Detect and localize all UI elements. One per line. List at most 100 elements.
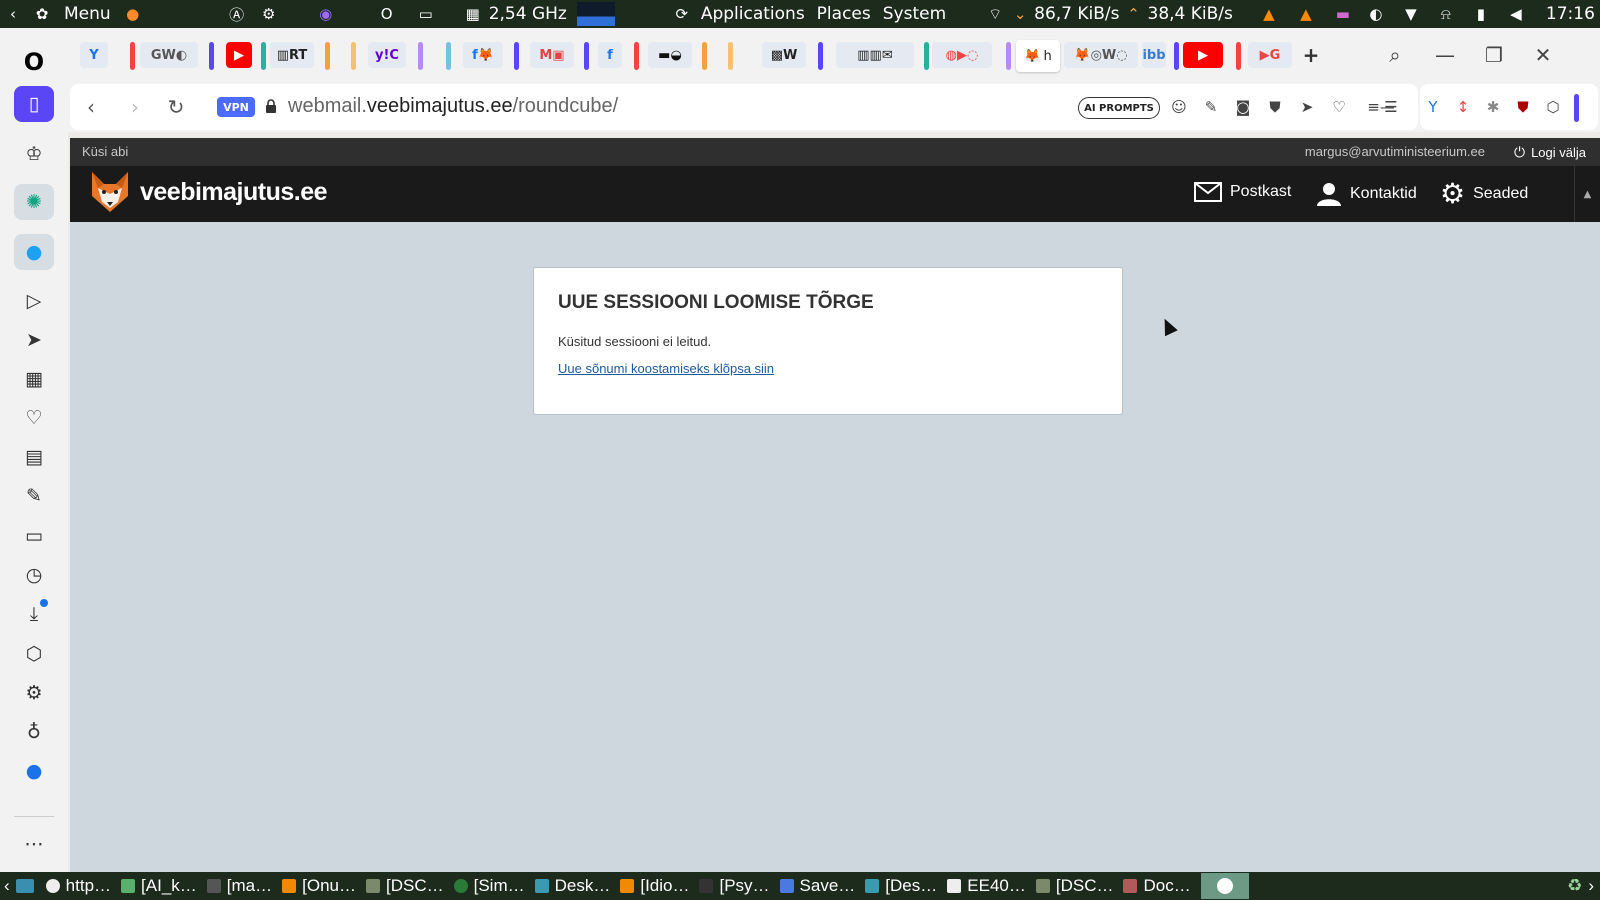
applications-menu[interactable]: Applications	[701, 4, 805, 24]
accessibility-icon[interactable]: Ⓐ	[226, 3, 248, 25]
wiktionary-tab-icon[interactable]: ▩W	[762, 42, 806, 68]
taskbar-item[interactable]: [DSC…	[1035, 876, 1113, 896]
crown-icon[interactable]: ♔	[14, 136, 54, 172]
send-icon[interactable]: ➤	[1296, 96, 1318, 118]
new-tab-plus-icon[interactable]: +	[1298, 42, 1324, 68]
maximize-icon[interactable]: ❐	[1479, 40, 1509, 70]
logout-button[interactable]: ⏻ Logi välja	[1514, 144, 1586, 161]
youtube-tab-icon[interactable]: ▶	[1183, 42, 1223, 68]
tab-favicon-icon[interactable]: ibb	[1142, 42, 1166, 68]
emoji-icon[interactable]: ☺	[1168, 96, 1190, 118]
chat-bubble-icon[interactable]: ●	[14, 753, 54, 789]
volume-icon[interactable]: ◀	[1505, 3, 1527, 25]
tab-favicon-icon[interactable]: Y	[80, 42, 108, 68]
shield-icon[interactable]: ⛊	[1264, 96, 1286, 118]
youtube-tab-icon[interactable]: ▶	[226, 42, 252, 68]
taskbar-item[interactable]: EE40…	[947, 876, 1026, 896]
taskbar-item[interactable]: [Psy…	[699, 876, 770, 896]
more-options-icon[interactable]: ⋯	[14, 826, 54, 862]
taskbar-item[interactable]: Save…	[779, 876, 855, 896]
show-desktop-icon[interactable]	[15, 879, 34, 893]
opera-icon[interactable]: O	[376, 3, 398, 25]
taskbar-item[interactable]: http…	[45, 876, 111, 896]
taskbar-item[interactable]: [Sim…	[453, 876, 525, 896]
ublock-extension-icon[interactable]: ⛊	[1512, 96, 1534, 118]
settings-icon[interactable]: ⚙	[14, 675, 54, 711]
twitter-icon[interactable]: ●	[14, 234, 54, 270]
ai-prompts-button[interactable]: AI PROMPTS	[1078, 97, 1160, 119]
yahoo-tab-icon[interactable]: y!C	[368, 42, 406, 68]
history-icon[interactable]: ◷	[14, 557, 54, 593]
back-icon[interactable]: ‹	[78, 94, 104, 120]
wifi-icon[interactable]: ▼	[1400, 3, 1422, 25]
taskbar-item[interactable]: [AI_k…	[121, 876, 197, 896]
trash-icon[interactable]: ♻	[1567, 876, 1582, 896]
search-tabs-icon[interactable]: ⌕	[1380, 40, 1410, 70]
podcast-icon[interactable]: ◉	[315, 3, 337, 25]
lightbulb-icon[interactable]: ♁	[14, 714, 54, 750]
translate-extension-icon[interactable]: ↕	[1452, 96, 1474, 118]
close-window-icon[interactable]: ✕	[1528, 40, 1558, 70]
places-menu[interactable]: Places	[817, 4, 871, 24]
taskbar-item[interactable]: Doc…	[1123, 876, 1191, 896]
workspaces-icon[interactable]: ▦	[14, 361, 54, 397]
battery-icon[interactable]: ▮	[1470, 3, 1492, 25]
gmail-tab-icon[interactable]: M▣	[530, 42, 574, 68]
tab-favicon-icon[interactable]: ◍▶◌	[932, 42, 992, 68]
aria-reader-icon[interactable]: ▯	[14, 86, 54, 122]
facebook-tab-icon[interactable]: f🦊	[463, 42, 503, 68]
vlc-icon[interactable]: ▲	[1295, 3, 1317, 25]
taskbar-item[interactable]: [Des…	[865, 876, 937, 896]
taskbar-item[interactable]: [Idio…	[620, 876, 689, 896]
heart-icon[interactable]: ♡	[1328, 96, 1350, 118]
cube-extension-icon[interactable]: ⬡	[1542, 96, 1564, 118]
updates-icon[interactable]: ◐	[1365, 3, 1387, 25]
taskbar-item[interactable]: [DSC…	[365, 876, 444, 896]
heart-icon[interactable]: ♡	[14, 400, 54, 436]
opera-logo-icon[interactable]: O	[14, 44, 54, 80]
notifications-icon[interactable]: ⍾	[1435, 3, 1457, 25]
tab-favicon-icon[interactable]: GW◐	[140, 42, 198, 68]
tab-favicon-icon[interactable]: ▥RT	[270, 42, 314, 68]
edit-icon[interactable]: ✎	[1200, 96, 1222, 118]
downloads-icon[interactable]: ⤓	[14, 596, 54, 632]
minimize-icon[interactable]: —	[1430, 40, 1460, 70]
settings-gears-icon[interactable]: ⚙	[258, 3, 280, 25]
logo[interactable]: veebimajutus.ee	[90, 170, 328, 214]
tab-favicon-icon[interactable]: ▬◒	[648, 42, 692, 68]
clock[interactable]: 17:16	[1546, 4, 1595, 24]
taskbar-active-opera[interactable]	[1200, 873, 1249, 899]
nav-contacts[interactable]: Kontaktid	[1316, 182, 1417, 206]
send-icon[interactable]: ➤	[14, 322, 54, 358]
menu-button[interactable]: Menu	[64, 4, 111, 24]
camera-icon[interactable]: ◙	[1232, 96, 1254, 118]
tab-favicon-icon[interactable]: ▥▥✉	[836, 42, 914, 68]
active-tab[interactable]: 🦊 h	[1016, 40, 1060, 72]
pen-icon[interactable]: ✎	[14, 478, 54, 514]
url-field[interactable]: webmail.veebimajutus.ee/roundcube/	[288, 95, 618, 118]
vlc-icon[interactable]: ▲	[1258, 3, 1280, 25]
compose-new-message-link[interactable]: Uue sõnumi koostamiseks klõpsa siin	[558, 361, 774, 376]
mint-menu-icon[interactable]: ✿	[31, 3, 53, 25]
taskbar-item[interactable]: [Onu…	[282, 876, 356, 896]
easy-setup-icon[interactable]: ☰	[1380, 96, 1402, 118]
forward-icon[interactable]: ›	[122, 94, 148, 120]
tab-favicon-icon[interactable]: ▶G	[1248, 42, 1292, 68]
reload-icon[interactable]: ↻	[163, 94, 189, 120]
facebook-tab-icon[interactable]: f	[598, 42, 622, 68]
lock-icon[interactable]	[265, 98, 277, 114]
panel-left-arrow-icon[interactable]: ‹	[2, 3, 24, 25]
terminal-icon[interactable]: ▭	[415, 3, 437, 25]
chatgpt-icon[interactable]: ✺	[14, 184, 54, 220]
news-icon[interactable]: ▤	[14, 439, 54, 475]
firefox-icon[interactable]: ●	[122, 3, 144, 25]
tabs-icon[interactable]: ▭	[14, 518, 54, 554]
system-menu[interactable]: System	[883, 4, 946, 24]
header-collapse-icon[interactable]: ▲	[1574, 166, 1600, 222]
vpn-badge[interactable]: VPN	[217, 97, 255, 117]
player-icon[interactable]: ▷	[14, 283, 54, 319]
taskbar-right-arrow-icon[interactable]: ›	[1588, 876, 1594, 896]
extensions-cube-icon[interactable]: ⬡	[14, 636, 54, 672]
nav-mail[interactable]: Postkast	[1194, 182, 1291, 202]
help-link[interactable]: Küsi abi	[82, 144, 128, 159]
